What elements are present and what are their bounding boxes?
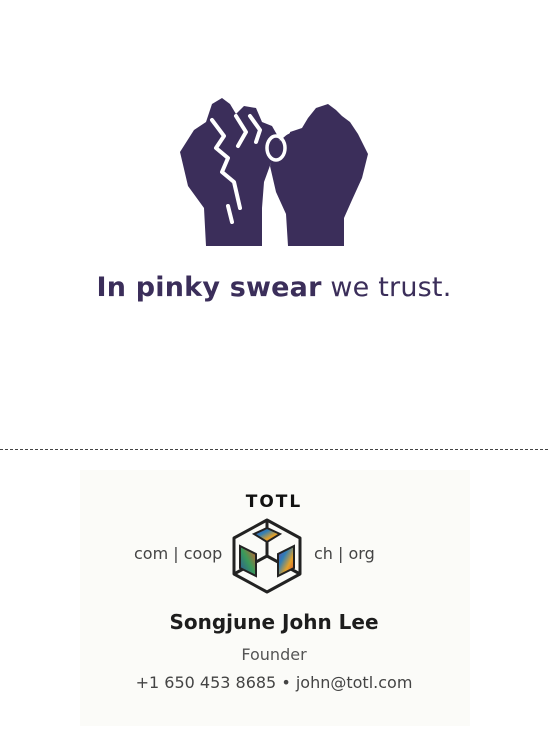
contact-line: +1 650 453 8685 • john@totl.com — [0, 673, 548, 692]
tld-right: ch | org — [314, 544, 375, 563]
phone-number: +1 650 453 8685 — [135, 673, 277, 692]
tagline-bold: In pinky swear — [96, 272, 322, 303]
contact-name: Songjune John Lee — [169, 610, 379, 634]
tld-left: com | coop — [134, 544, 223, 563]
cut-line — [0, 449, 548, 450]
email-address: john@totl.com — [295, 673, 413, 692]
separator: • — [276, 673, 296, 692]
pinky-swear-fists-icon — [180, 98, 368, 246]
brand-name: TOTL — [245, 492, 303, 512]
contact-role: Founder — [241, 645, 307, 664]
cube-logo-icon — [232, 518, 302, 594]
tagline: In pinky swear we trust. — [0, 272, 548, 303]
tagline-rest: we trust. — [321, 272, 452, 303]
